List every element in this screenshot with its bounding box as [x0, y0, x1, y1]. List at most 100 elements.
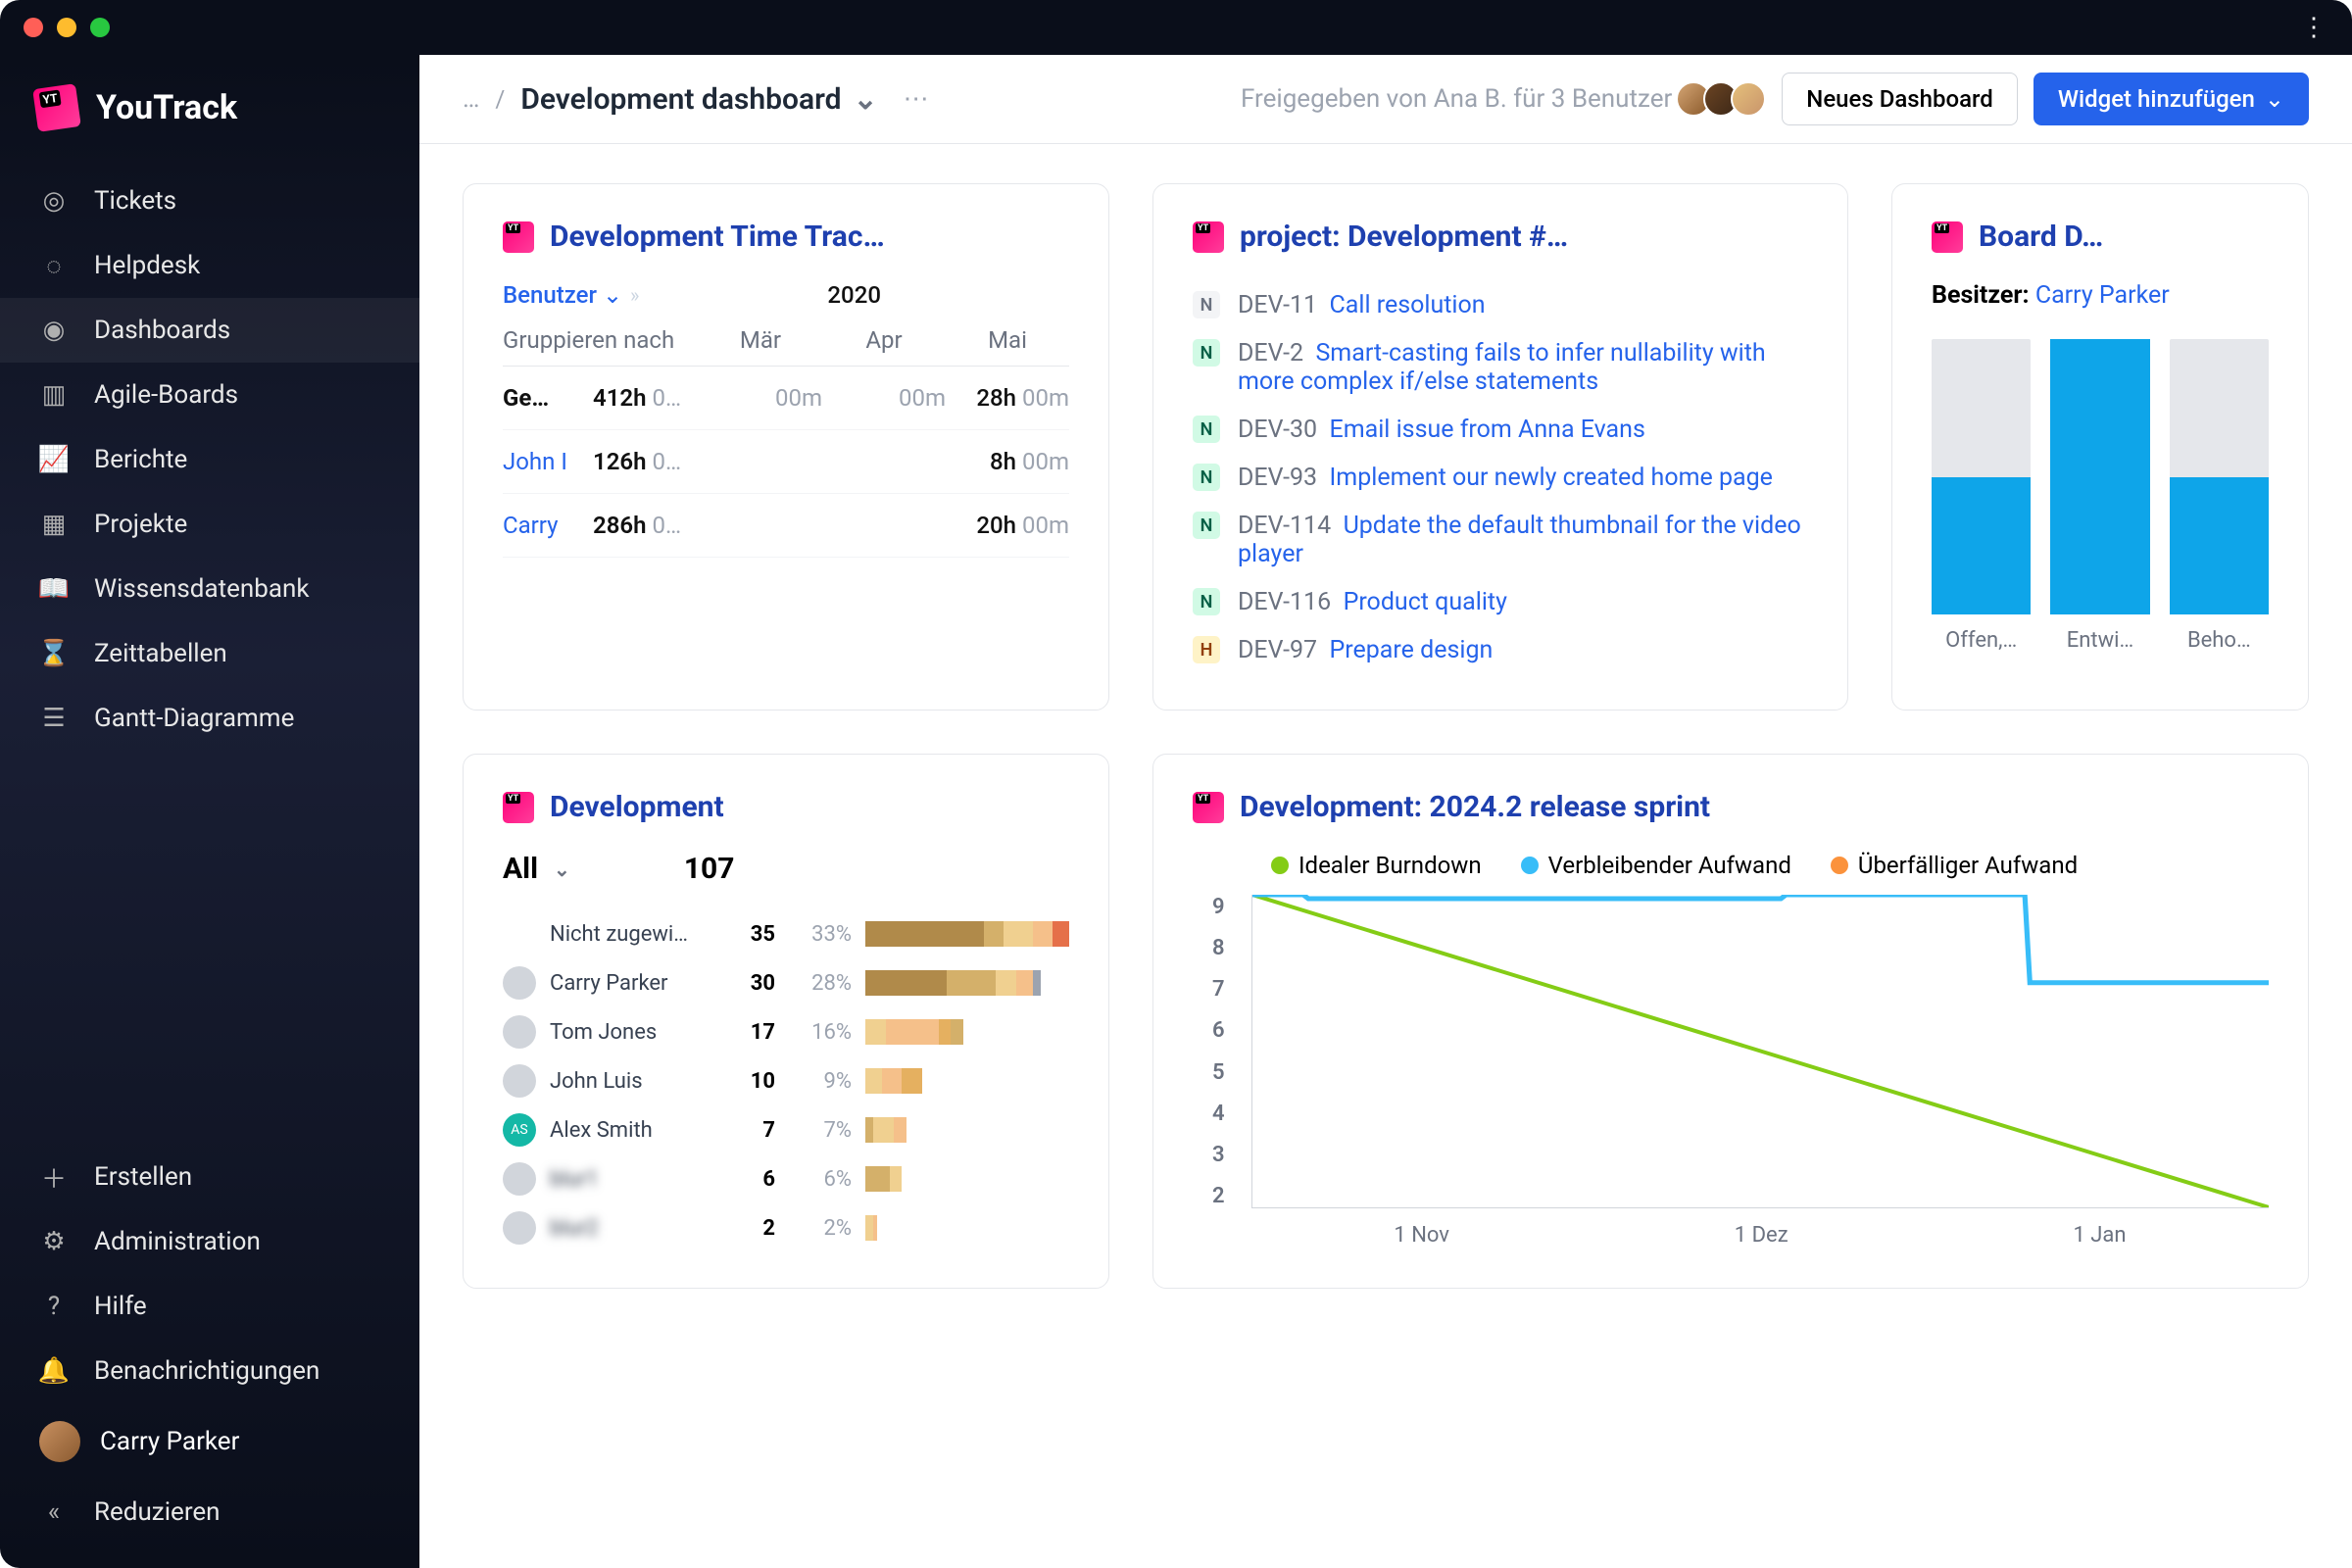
sidebar-item-label: Tickets: [94, 186, 176, 216]
table-row[interactable]: John I 126h 0… 8h 00m: [503, 430, 1069, 494]
sidebar-item-help[interactable]: ?Hilfe: [0, 1274, 419, 1339]
distribution-row[interactable]: Carry Parker 30 28%: [503, 958, 1069, 1007]
bar-column: Entwi…: [2050, 339, 2149, 653]
youtrack-icon: [1932, 221, 1963, 253]
bar-background: [2050, 339, 2149, 614]
sidebar-item-label: Wissensdatenbank: [94, 574, 310, 604]
youtrack-icon: [1193, 221, 1224, 253]
time-cell: 8h 00m: [946, 448, 1069, 475]
bar-segment: [865, 970, 947, 996]
assignee-name: Carry Parker: [550, 971, 716, 996]
sidebar-item-gantt[interactable]: ☰Gantt-Diagramme: [0, 686, 419, 751]
youtrack-icon: [1193, 792, 1224, 823]
stacked-bar: [865, 1117, 1069, 1143]
sidebar-item-dashboards[interactable]: ◉Dashboards: [0, 298, 419, 363]
sidebar-item-agile-boards[interactable]: ▥Agile-Boards: [0, 363, 419, 427]
sidebar-item-timesheets[interactable]: ⌛Zeittabellen: [0, 621, 419, 686]
current-user[interactable]: Carry Parker: [0, 1403, 419, 1480]
stacked-bar: [865, 921, 1069, 947]
assignee-name: Nicht zugewi…: [550, 922, 716, 947]
sidebar-item-tickets[interactable]: ◎Tickets: [0, 169, 419, 233]
issue-row[interactable]: N DEV-114 Update the default thumbnail f…: [1193, 502, 1808, 578]
issue-summary: Email issue from Anna Evans: [1330, 416, 1645, 444]
priority-badge: N: [1193, 464, 1220, 491]
sidebar-item-projects[interactable]: ▦Projekte: [0, 492, 419, 557]
distribution-row[interactable]: AS Alex Smith 7 7%: [503, 1105, 1069, 1154]
issue-summary: Call resolution: [1330, 291, 1486, 319]
bar-segment: [873, 1215, 877, 1241]
widget-title[interactable]: Board D…: [1932, 220, 2269, 254]
priority-badge: N: [1193, 339, 1220, 367]
issue-row[interactable]: N DEV-2 Smart-casting fails to infer nul…: [1193, 329, 1808, 406]
more-menu-icon[interactable]: ⋯: [904, 84, 929, 114]
minimize-window-icon[interactable]: [57, 18, 76, 37]
development-filter[interactable]: All ⌄ 107: [503, 852, 1069, 886]
sidebar-item-knowledge-base[interactable]: 📖Wissensdatenbank: [0, 557, 419, 621]
distribution-row[interactable]: blur1 6 6%: [503, 1154, 1069, 1203]
widget-title[interactable]: Development Time Trac…: [503, 220, 1069, 254]
user-selector[interactable]: Benutzer ⌄: [503, 281, 630, 309]
assignee-name: blur2: [550, 1216, 716, 1241]
stacked-bar: [865, 970, 1069, 996]
issue-count: 30: [730, 971, 775, 996]
month-header: Apr: [822, 326, 946, 354]
issue-row[interactable]: N DEV-93 Implement our newly created hom…: [1193, 454, 1808, 502]
bar-segment: [1016, 970, 1033, 996]
shared-avatars[interactable]: [1684, 81, 1766, 117]
issue-key: DEV-30: [1238, 416, 1317, 444]
legend-dot-icon: [1271, 857, 1289, 874]
distribution-row[interactable]: John Luis 10 9%: [503, 1056, 1069, 1105]
expand-icon[interactable]: »: [630, 283, 639, 307]
board-owner: Besitzer: Carry Parker: [1932, 281, 2269, 310]
page-title[interactable]: Development dashboard⌄: [520, 82, 877, 117]
bar-segment: [865, 1215, 873, 1241]
widget-title[interactable]: project: Development #…: [1193, 220, 1808, 254]
ideal-line: [1252, 895, 2269, 1207]
distribution-row[interactable]: blur2 2 2%: [503, 1203, 1069, 1252]
projects-icon: ▦: [39, 510, 69, 539]
maximize-window-icon[interactable]: [90, 18, 110, 37]
breadcrumb-root[interactable]: …: [463, 84, 479, 114]
issue-row[interactable]: N DEV-11 Call resolution: [1193, 281, 1808, 329]
bell-icon: 🔔: [39, 1356, 69, 1386]
issue-row[interactable]: N DEV-116 Product quality: [1193, 578, 1808, 626]
widget-title[interactable]: Development: 2024.2 release sprint: [1193, 790, 2269, 824]
sidebar-item-admin[interactable]: ⚙Administration: [0, 1209, 419, 1274]
remaining-line: [1252, 895, 2269, 983]
table-row[interactable]: Ge… 412h 0… 00m00m28h 00m: [503, 367, 1069, 430]
chevron-down-icon: ⌄: [554, 858, 570, 881]
app-logo[interactable]: YouTrack: [0, 78, 419, 169]
collapse-sidebar-button[interactable]: «Reduzieren: [0, 1480, 419, 1544]
window-menu-icon[interactable]: ⋮: [2301, 13, 2328, 42]
time-cell: 00m: [699, 384, 822, 412]
issue-percent: 6%: [789, 1167, 852, 1192]
sidebar-item-label: Hilfe: [94, 1292, 147, 1321]
close-window-icon[interactable]: [24, 18, 43, 37]
widget-project-issues: project: Development #… N DEV-11 Call re…: [1152, 183, 1848, 710]
stacked-bar: [865, 1019, 1069, 1045]
month-header: Mär: [699, 326, 822, 354]
table-row[interactable]: Carry 286h 0… 20h 00m: [503, 494, 1069, 558]
add-widget-button[interactable]: Widget hinzufügen⌄: [2034, 73, 2309, 125]
stacked-bar: [865, 1215, 1069, 1241]
sidebar-item-reports[interactable]: 📈Berichte: [0, 427, 419, 492]
chart-legend: Idealer Burndown Verbleibender Aufwand Ü…: [1193, 852, 2269, 879]
issue-row[interactable]: N DEV-30 Email issue from Anna Evans: [1193, 406, 1808, 454]
issue-row[interactable]: H DEV-97 Prepare design: [1193, 626, 1808, 674]
plot-area: [1251, 895, 2269, 1208]
owner-link[interactable]: Carry Parker: [2035, 281, 2170, 310]
bar-segment: [886, 1019, 939, 1045]
sidebar-item-notifications[interactable]: 🔔 Benachrichtigungen: [0, 1339, 419, 1403]
widget-title[interactable]: Development: [503, 790, 1069, 824]
priority-badge: N: [1193, 512, 1220, 539]
new-dashboard-button[interactable]: Neues Dashboard: [1782, 73, 2018, 125]
sidebar-item-helpdesk[interactable]: ◌Helpdesk: [0, 233, 419, 298]
issue-percent: 28%: [789, 971, 852, 996]
sidebar-item-label: Benachrichtigungen: [94, 1356, 319, 1386]
distribution-row[interactable]: Nicht zugewi… 35 33%: [503, 909, 1069, 958]
helpdesk-icon: ◌: [39, 251, 69, 280]
distribution-row[interactable]: Tom Jones 17 16%: [503, 1007, 1069, 1056]
avatar: [503, 1015, 536, 1049]
create-button[interactable]: ＋Erstellen: [0, 1145, 419, 1209]
x-tick: 1 Jan: [2073, 1223, 2126, 1248]
